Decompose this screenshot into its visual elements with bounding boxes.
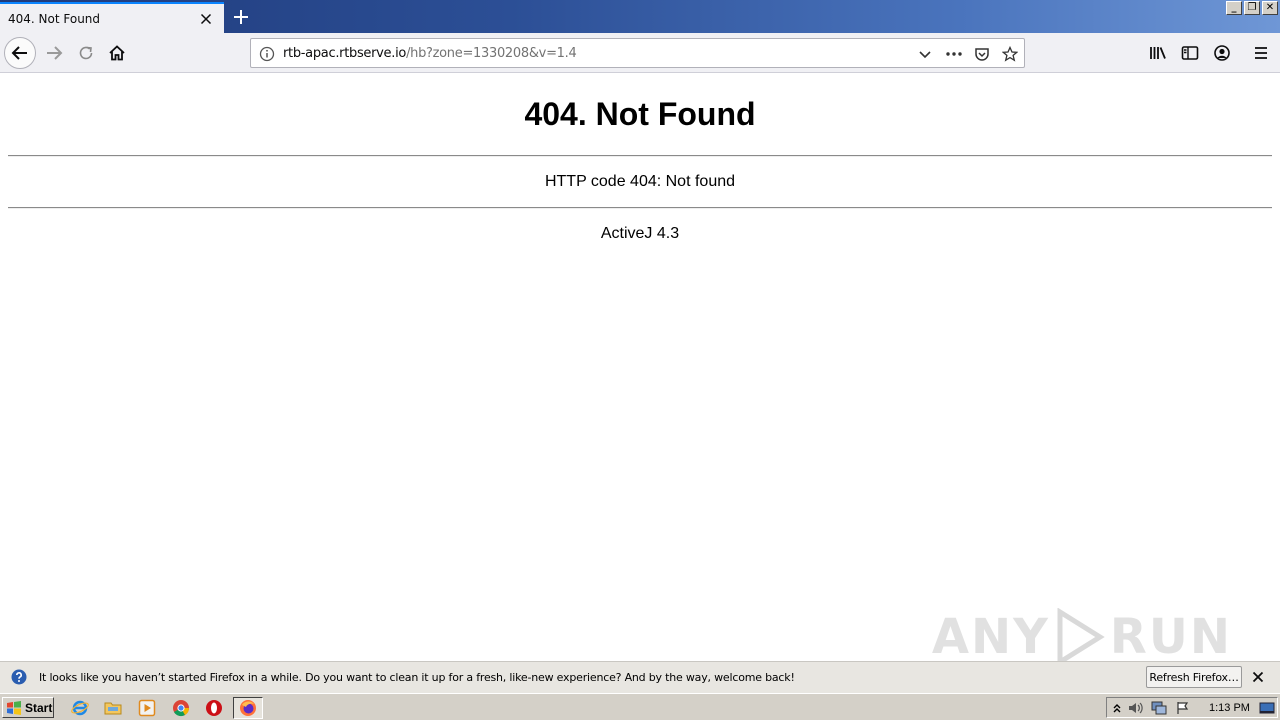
url-path: /hb?zone=1330208&v=1.4 (406, 46, 577, 61)
tab-close-icon[interactable] (198, 11, 214, 27)
reload-button[interactable] (70, 37, 102, 69)
network-icon[interactable] (1151, 700, 1167, 716)
opera-icon[interactable] (204, 698, 224, 718)
action-center-flag-icon[interactable] (1175, 700, 1191, 716)
home-icon (109, 45, 125, 61)
anyrun-watermark: ANY RUN (932, 608, 1232, 666)
navigation-toolbar: rtb-apac.rtbserve.io/hb?zone=1330208&v=1… (0, 33, 1280, 73)
info-icon[interactable] (259, 46, 275, 62)
new-tab-button[interactable] (228, 4, 254, 30)
firefox-icon[interactable] (233, 697, 263, 719)
tray-expand-icon[interactable] (1109, 700, 1125, 716)
back-button[interactable] (4, 37, 36, 69)
page-title: 404. Not Found (524, 96, 756, 132)
server-signature: ActiveJ 4.3 (600, 225, 680, 242)
dropdown-chevron-icon[interactable] (915, 44, 935, 64)
menu-icon[interactable] (1249, 41, 1273, 65)
tab-bar: 404. Not Found _ ❐ ✕ (0, 0, 1280, 33)
refresh-firefox-button[interactable]: Refresh Firefox… (1146, 666, 1242, 688)
more-icon[interactable] (944, 44, 964, 64)
account-icon[interactable] (1210, 41, 1234, 65)
page-content: 404. Not Found HTTP code 404: Not found … (0, 74, 1280, 666)
url-text[interactable]: rtb-apac.rtbserve.io/hb?zone=1330208&v=1… (283, 46, 577, 61)
url-bar[interactable]: rtb-apac.rtbserve.io/hb?zone=1330208&v=1… (250, 38, 1025, 68)
show-desktop-icon[interactable] (1259, 700, 1275, 716)
taskbar-clock[interactable]: 1:13 PM (1209, 702, 1250, 714)
watermark-right: RUN (1109, 609, 1232, 665)
active-tab[interactable]: 404. Not Found (0, 2, 224, 33)
library-icon[interactable] (1146, 41, 1170, 65)
divider (8, 207, 1272, 209)
pocket-icon[interactable] (972, 44, 992, 64)
notification-bar: It looks like you haven’t started Firefo… (0, 661, 1280, 693)
forward-arrow-icon (47, 46, 63, 60)
reload-icon (79, 46, 93, 60)
play-logo-icon (1057, 608, 1105, 666)
minimize-button[interactable]: _ (1226, 1, 1242, 15)
forward-button[interactable] (38, 37, 70, 69)
close-window-button[interactable]: ✕ (1262, 1, 1278, 15)
home-button[interactable] (101, 37, 133, 69)
windows-taskbar: Start 1:13 PM (0, 693, 1280, 720)
plus-icon (234, 10, 248, 24)
media-player-icon[interactable] (137, 698, 157, 718)
windows-logo-icon (7, 700, 21, 715)
error-message: HTTP code 404: Not found (544, 173, 736, 190)
start-label: Start (25, 700, 53, 715)
start-button[interactable]: Start (2, 697, 54, 718)
divider (8, 155, 1272, 157)
tab-title: 404. Not Found (8, 11, 101, 26)
back-arrow-icon (11, 46, 27, 60)
sidebar-icon[interactable] (1178, 41, 1202, 65)
notification-message: It looks like you haven’t started Firefo… (39, 671, 795, 684)
volume-icon[interactable] (1127, 700, 1143, 716)
internet-explorer-icon[interactable] (70, 698, 90, 718)
window-controls: _ ❐ ✕ (1226, 1, 1278, 15)
restore-button[interactable]: ❐ (1244, 1, 1260, 15)
star-icon[interactable] (1000, 44, 1020, 64)
chrome-icon[interactable] (171, 698, 191, 718)
url-host: rtb-apac.rtbserve.io (283, 46, 407, 61)
system-tray: 1:13 PM (1106, 697, 1278, 718)
file-explorer-icon[interactable] (103, 698, 123, 718)
help-question-icon (11, 669, 27, 685)
notification-close-icon[interactable] (1250, 669, 1266, 685)
watermark-left: ANY (931, 609, 1050, 665)
